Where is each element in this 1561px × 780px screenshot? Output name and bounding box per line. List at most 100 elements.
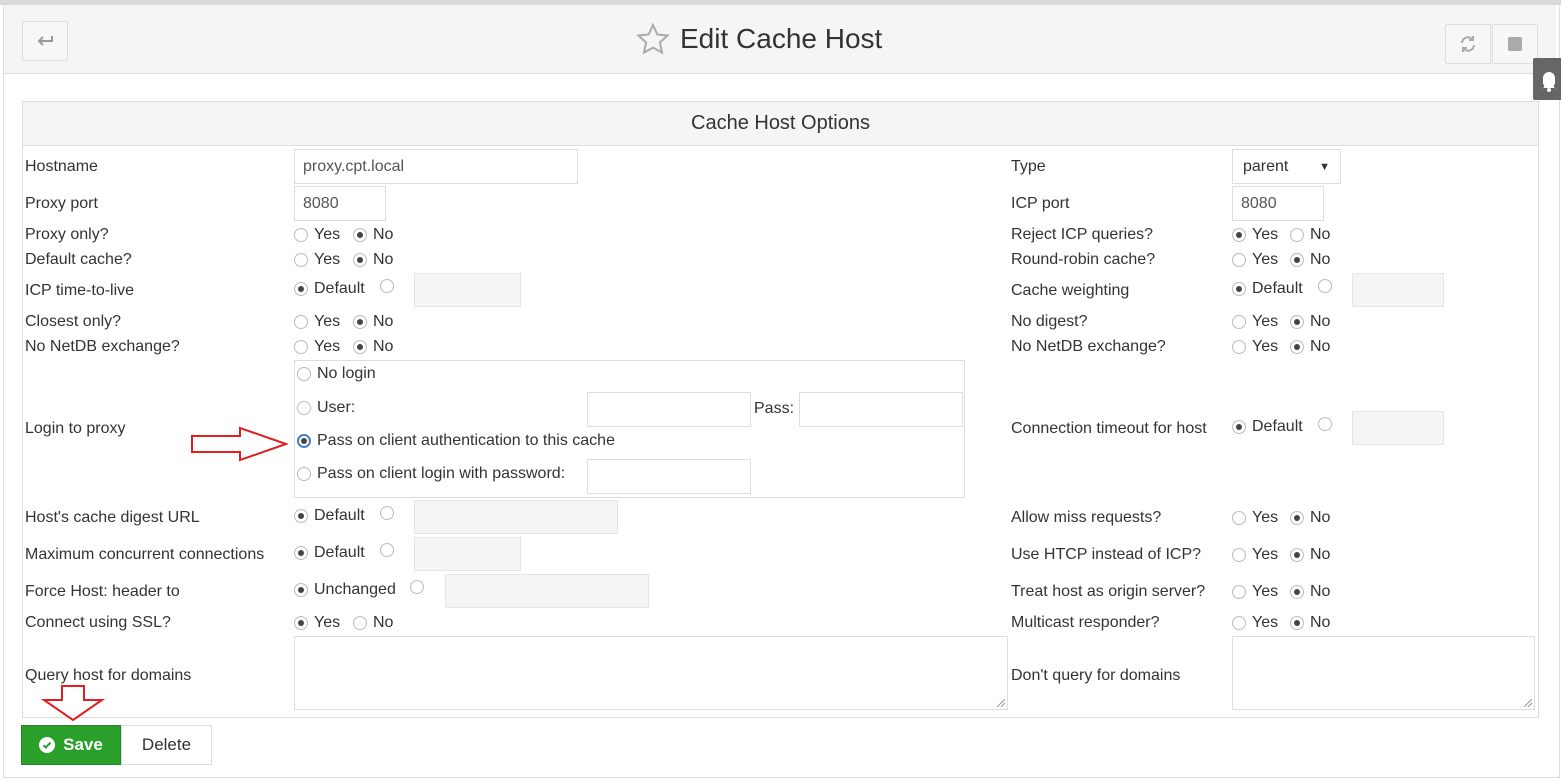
radio-button[interactable] xyxy=(1232,282,1246,296)
radio-button[interactable] xyxy=(353,315,367,329)
radio-button[interactable] xyxy=(294,282,308,296)
radio-button[interactable] xyxy=(1290,585,1304,599)
proxy-only-no[interactable]: No xyxy=(353,225,393,245)
dont-query-domains-textarea[interactable] xyxy=(1232,636,1535,710)
radio-button[interactable] xyxy=(297,434,311,448)
no-netdb-no[interactable]: No xyxy=(353,337,393,357)
icp-ttl-input[interactable] xyxy=(414,273,521,307)
radio-button[interactable] xyxy=(294,616,308,630)
radio-button[interactable] xyxy=(294,546,308,560)
cache-weighting-custom[interactable] xyxy=(1318,279,1338,293)
radio-button[interactable] xyxy=(294,583,308,597)
radio-button[interactable] xyxy=(1318,279,1332,293)
digest-url-input[interactable] xyxy=(414,500,618,534)
radio-button[interactable] xyxy=(1290,340,1304,354)
icp-port-input[interactable]: 8080 xyxy=(1232,186,1324,221)
force-host-custom[interactable] xyxy=(410,580,430,594)
login-user[interactable]: User: xyxy=(297,398,355,418)
round-robin-yes[interactable]: Yes xyxy=(1232,250,1278,270)
radio-button[interactable] xyxy=(380,506,394,520)
conn-timeout-custom[interactable] xyxy=(1318,417,1338,431)
no-netdb-right-yes[interactable]: Yes xyxy=(1232,337,1278,357)
reject-icp-no[interactable]: No xyxy=(1290,225,1330,245)
default-cache-yes[interactable]: Yes xyxy=(294,250,340,270)
max-conn-input[interactable] xyxy=(414,537,521,571)
radio-button[interactable] xyxy=(1232,511,1246,525)
radio-button[interactable] xyxy=(1318,417,1332,431)
cache-weighting-default[interactable]: Default xyxy=(1232,279,1303,299)
icp-ttl-default[interactable]: Default xyxy=(294,279,365,299)
login-user-input[interactable] xyxy=(587,392,751,427)
radio-button[interactable] xyxy=(1290,315,1304,329)
radio-button[interactable] xyxy=(1232,340,1246,354)
refresh-button[interactable] xyxy=(1445,24,1491,64)
radio-button[interactable] xyxy=(353,228,367,242)
radio-button[interactable] xyxy=(410,580,424,594)
radio-button[interactable] xyxy=(294,509,308,523)
reject-icp-yes[interactable]: Yes xyxy=(1232,225,1278,245)
allow-miss-no[interactable]: No xyxy=(1290,508,1330,528)
radio-button[interactable] xyxy=(297,467,311,481)
radio-button[interactable] xyxy=(1232,228,1246,242)
radio-button[interactable] xyxy=(294,340,308,354)
radio-button[interactable] xyxy=(294,253,308,267)
proxy-port-input[interactable]: 8080 xyxy=(294,186,386,221)
radio-button[interactable] xyxy=(380,279,394,293)
icp-ttl-custom[interactable] xyxy=(380,279,400,293)
connect-ssl-no[interactable]: No xyxy=(353,613,393,633)
login-pass-client-login[interactable]: Pass on client login with password: xyxy=(297,464,565,484)
radio-button[interactable] xyxy=(1290,548,1304,562)
use-htcp-no[interactable]: No xyxy=(1290,545,1330,565)
radio-button[interactable] xyxy=(353,340,367,354)
radio-button[interactable] xyxy=(1290,511,1304,525)
star-icon[interactable] xyxy=(636,23,670,55)
radio-button[interactable] xyxy=(353,616,367,630)
no-netdb-right-no[interactable]: No xyxy=(1290,337,1330,357)
radio-button[interactable] xyxy=(294,228,308,242)
allow-miss-yes[interactable]: Yes xyxy=(1232,508,1278,528)
connect-ssl-yes[interactable]: Yes xyxy=(294,613,340,633)
multicast-yes[interactable]: Yes xyxy=(1232,613,1278,633)
radio-button[interactable] xyxy=(1232,253,1246,267)
radio-button[interactable] xyxy=(1232,548,1246,562)
radio-button[interactable] xyxy=(294,315,308,329)
force-host-unchanged[interactable]: Unchanged xyxy=(294,580,396,600)
proxy-only-yes[interactable]: Yes xyxy=(294,225,340,245)
no-digest-yes[interactable]: Yes xyxy=(1232,312,1278,332)
digest-url-custom[interactable] xyxy=(380,506,400,520)
no-netdb-yes[interactable]: Yes xyxy=(294,337,340,357)
default-cache-no[interactable]: No xyxy=(353,250,393,270)
max-conn-default[interactable]: Default xyxy=(294,543,365,563)
closest-only-no[interactable]: No xyxy=(353,312,393,332)
login-pass-client-auth[interactable]: Pass on client authentication to this ca… xyxy=(297,431,615,451)
origin-server-yes[interactable]: Yes xyxy=(1232,582,1278,602)
conn-timeout-default[interactable]: Default xyxy=(1232,417,1303,437)
radio-button[interactable] xyxy=(1232,616,1246,630)
radio-button[interactable] xyxy=(1290,228,1304,242)
radio-button[interactable] xyxy=(1290,253,1304,267)
radio-button[interactable] xyxy=(1290,616,1304,630)
round-robin-no[interactable]: No xyxy=(1290,250,1330,270)
digest-url-default[interactable]: Default xyxy=(294,506,365,526)
conn-timeout-input[interactable] xyxy=(1352,411,1444,445)
force-host-input[interactable] xyxy=(445,574,649,608)
login-no-login[interactable]: No login xyxy=(297,364,376,384)
radio-button[interactable] xyxy=(380,543,394,557)
no-digest-no[interactable]: No xyxy=(1290,312,1330,332)
query-domains-textarea[interactable] xyxy=(294,636,1008,710)
login-client-password-input[interactable] xyxy=(587,459,751,494)
notification-tab[interactable] xyxy=(1533,58,1561,100)
radio-button[interactable] xyxy=(1232,420,1246,434)
radio-button[interactable] xyxy=(353,253,367,267)
cache-weighting-input[interactable] xyxy=(1352,273,1444,307)
delete-button[interactable]: Delete xyxy=(121,725,212,765)
radio-button[interactable] xyxy=(1232,315,1246,329)
radio-button[interactable] xyxy=(297,367,311,381)
type-select[interactable]: parent ▼ xyxy=(1232,149,1341,184)
radio-button[interactable] xyxy=(1232,585,1246,599)
multicast-no[interactable]: No xyxy=(1290,613,1330,633)
origin-server-no[interactable]: No xyxy=(1290,582,1330,602)
back-button[interactable] xyxy=(22,21,68,61)
login-pass-input[interactable] xyxy=(799,392,963,427)
radio-button[interactable] xyxy=(297,401,311,415)
